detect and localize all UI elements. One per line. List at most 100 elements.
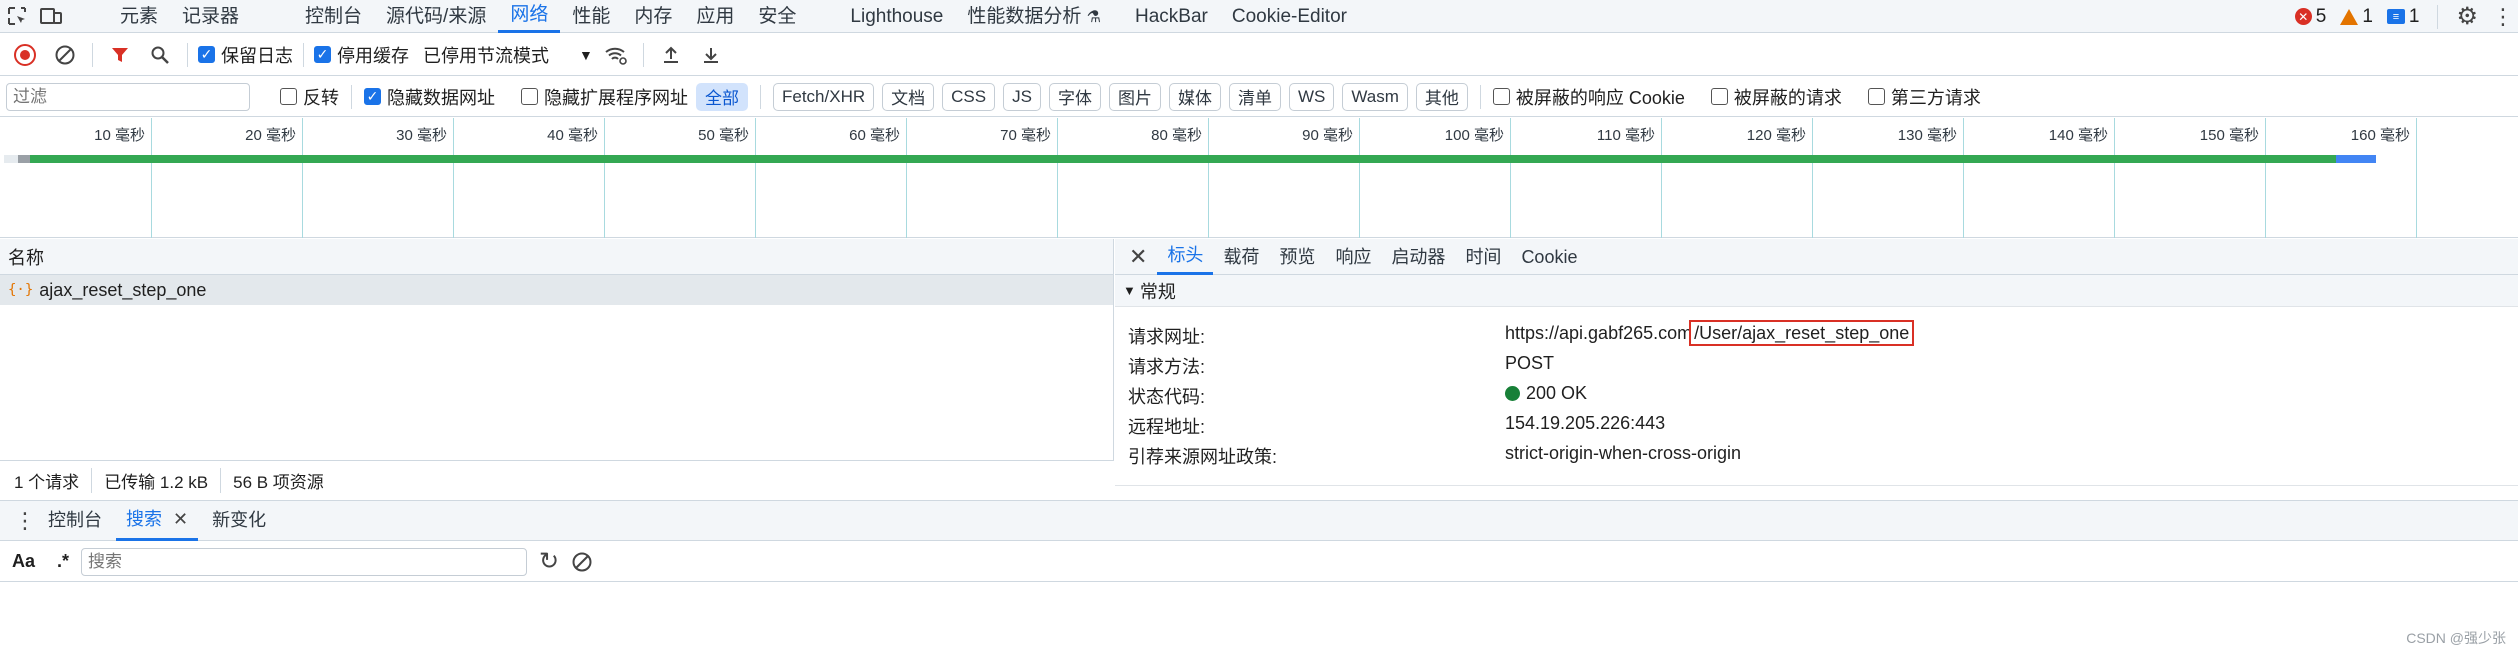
timeline-gridline bbox=[1510, 118, 1511, 238]
hide-ext-urls-checkbox[interactable]: 隐藏扩展程序网址 bbox=[521, 84, 688, 110]
divider bbox=[303, 42, 304, 67]
request-url-path-highlight: /User/ajax_reset_step_one bbox=[1689, 320, 1915, 346]
tab-recorder[interactable]: 记录器 bbox=[170, 0, 251, 33]
type-filter-all[interactable]: 全部 bbox=[696, 82, 748, 111]
message-icon: ≡ bbox=[2386, 9, 2405, 24]
referrer-policy-value: strict-origin-when-cross-origin bbox=[1505, 443, 1742, 463]
timeline-tick-label: 70 毫秒 bbox=[1000, 127, 1051, 144]
column-header-name[interactable]: 名称 bbox=[0, 239, 1113, 275]
type-filter-other[interactable]: 其他 bbox=[1415, 82, 1468, 111]
type-filter-ws[interactable]: WS bbox=[1288, 82, 1335, 111]
wifi-settings-icon bbox=[605, 47, 627, 65]
type-filter-css[interactable]: CSS bbox=[942, 82, 996, 111]
drawer-menu-icon[interactable]: ⋮ bbox=[14, 508, 36, 534]
tab-sources[interactable]: 源代码/来源 bbox=[374, 0, 498, 33]
throttle-select[interactable]: 已停用节流模式 ▼ bbox=[423, 42, 593, 68]
tab-console[interactable]: 控制台 bbox=[293, 0, 374, 33]
search-input[interactable] bbox=[81, 547, 528, 576]
remote-address-label: 远程地址: bbox=[1128, 417, 1206, 437]
disable-cache-checkbox[interactable]: ✓ 停用缓存 bbox=[314, 42, 409, 68]
tab-memory[interactable]: 内存 bbox=[622, 0, 684, 33]
device-toolbar-icon[interactable] bbox=[34, 0, 68, 33]
tab-hackbar[interactable]: HackBar bbox=[1123, 0, 1220, 33]
refresh-icon[interactable]: ↻ bbox=[539, 547, 559, 576]
hide-data-urls-checkbox[interactable]: ✓ 隐藏数据网址 bbox=[364, 84, 495, 110]
timeline-tick-label: 90 毫秒 bbox=[1302, 127, 1353, 144]
timeline-tick-label: 20 毫秒 bbox=[245, 127, 296, 144]
tab-preview[interactable]: 预览 bbox=[1269, 239, 1325, 275]
network-toolbar: ✓ 保留日志 ✓ 停用缓存 已停用节流模式 ▼ bbox=[0, 34, 2518, 76]
filter-input[interactable] bbox=[6, 82, 250, 111]
tab-initiator[interactable]: 启动器 bbox=[1381, 239, 1455, 275]
search-button[interactable] bbox=[143, 38, 177, 72]
settings-gear-icon[interactable]: ⚙ bbox=[2456, 2, 2478, 31]
tab-network[interactable]: 网络 bbox=[498, 0, 561, 33]
type-filter-img[interactable]: 图片 bbox=[1108, 82, 1161, 111]
timeline-gridline bbox=[302, 118, 303, 238]
type-filter-manifest[interactable]: 清单 bbox=[1228, 82, 1281, 111]
import-har-button[interactable] bbox=[654, 38, 688, 72]
divider bbox=[1115, 485, 2518, 486]
clear-search-icon[interactable] bbox=[571, 551, 593, 573]
filter-icon bbox=[112, 47, 128, 62]
type-filter-fetch-xhr[interactable]: Fetch/XHR bbox=[773, 82, 875, 111]
third-party-checkbox[interactable]: 第三方请求 bbox=[1867, 84, 1981, 110]
regex-toggle[interactable]: .* bbox=[57, 551, 69, 572]
message-count[interactable]: ≡ 1 bbox=[2386, 6, 2419, 28]
type-filter-font[interactable]: 字体 bbox=[1048, 82, 1101, 111]
status-code-text: 200 OK bbox=[1526, 383, 1588, 403]
request-url-label: 请求网址: bbox=[1128, 327, 1206, 347]
throttle-value: 已停用节流模式 bbox=[423, 45, 549, 66]
tab-security[interactable]: 安全 bbox=[746, 0, 808, 33]
tab-response[interactable]: 响应 bbox=[1325, 239, 1381, 275]
tab-lighthouse[interactable]: Lighthouse bbox=[838, 0, 955, 33]
close-icon[interactable]: ✕ bbox=[1129, 244, 1147, 270]
network-conditions-button[interactable] bbox=[599, 38, 633, 72]
checkbox-empty-icon bbox=[1492, 88, 1510, 105]
tab-application[interactable]: 应用 bbox=[684, 0, 746, 33]
clear-button[interactable] bbox=[48, 38, 82, 72]
preserve-log-checkbox[interactable]: ✓ 保留日志 bbox=[198, 42, 293, 68]
tab-performance[interactable]: 性能 bbox=[560, 0, 622, 33]
timeline-overview[interactable]: 10 毫秒 20 毫秒 30 毫秒 40 毫秒 50 毫秒 60 毫秒 70 毫秒 80 毫秒… bbox=[0, 118, 2518, 238]
chevron-down-icon: ▼ bbox=[579, 46, 593, 63]
general-section-header[interactable]: ▼ 常规 bbox=[1115, 275, 2518, 307]
checkbox-empty-icon bbox=[280, 88, 297, 105]
drawer-tab-changes[interactable]: 新变化 bbox=[202, 500, 276, 541]
drawer-tab-search[interactable]: 搜索 ✕ bbox=[116, 500, 199, 541]
tab-cookie-editor[interactable]: Cookie-Editor bbox=[1220, 0, 1359, 33]
timeline-gridline bbox=[604, 118, 605, 238]
record-button[interactable] bbox=[8, 38, 42, 72]
timeline-gridline bbox=[755, 118, 756, 238]
tab-headers[interactable]: 标头 bbox=[1157, 239, 1214, 275]
blocked-requests-checkbox[interactable]: 被屏蔽的请求 bbox=[1710, 84, 1842, 110]
drawer-tab-console[interactable]: 控制台 bbox=[38, 500, 112, 541]
tab-payload[interactable]: 载荷 bbox=[1213, 239, 1269, 275]
type-filter-js[interactable]: JS bbox=[1003, 82, 1041, 111]
timeline-gridline bbox=[1359, 118, 1360, 238]
request-row[interactable]: {·} ajax_reset_step_one bbox=[0, 275, 1113, 305]
download-icon bbox=[703, 47, 718, 63]
invert-checkbox[interactable]: 反转 bbox=[280, 84, 339, 110]
export-har-button[interactable] bbox=[694, 38, 728, 72]
error-count[interactable]: ✕ 5 bbox=[2294, 5, 2327, 28]
blocked-cookies-checkbox[interactable]: 被屏蔽的响应 Cookie bbox=[1492, 84, 1685, 110]
filter-button[interactable] bbox=[103, 38, 137, 72]
close-icon[interactable]: ✕ bbox=[173, 509, 188, 529]
type-filter-media[interactable]: 媒体 bbox=[1168, 82, 1221, 111]
tab-cookies[interactable]: Cookie bbox=[1511, 239, 1587, 275]
type-filter-wasm[interactable]: Wasm bbox=[1342, 82, 1408, 111]
tab-elements[interactable]: 元素 bbox=[108, 0, 170, 33]
search-results: CSDN @强少张 bbox=[0, 583, 2518, 654]
error-count-value: 5 bbox=[2315, 5, 2327, 27]
more-options-icon[interactable]: ⋮ bbox=[2492, 4, 2514, 30]
match-case-toggle[interactable]: Aa bbox=[12, 551, 35, 572]
tab-timing[interactable]: 时间 bbox=[1455, 239, 1511, 275]
type-filter-doc[interactable]: 文档 bbox=[882, 82, 935, 111]
tab-performance-insights[interactable]: 性能数据分析 ⚗ bbox=[955, 0, 1113, 33]
upload-icon bbox=[663, 46, 678, 63]
request-count: 1 个请求 bbox=[14, 468, 93, 493]
warning-count[interactable]: 1 bbox=[2340, 6, 2373, 28]
network-summary-bar: 1 个请求 已传输 1.2 kB 56 B 项资源 bbox=[0, 460, 1114, 500]
inspect-icon[interactable] bbox=[0, 0, 34, 33]
